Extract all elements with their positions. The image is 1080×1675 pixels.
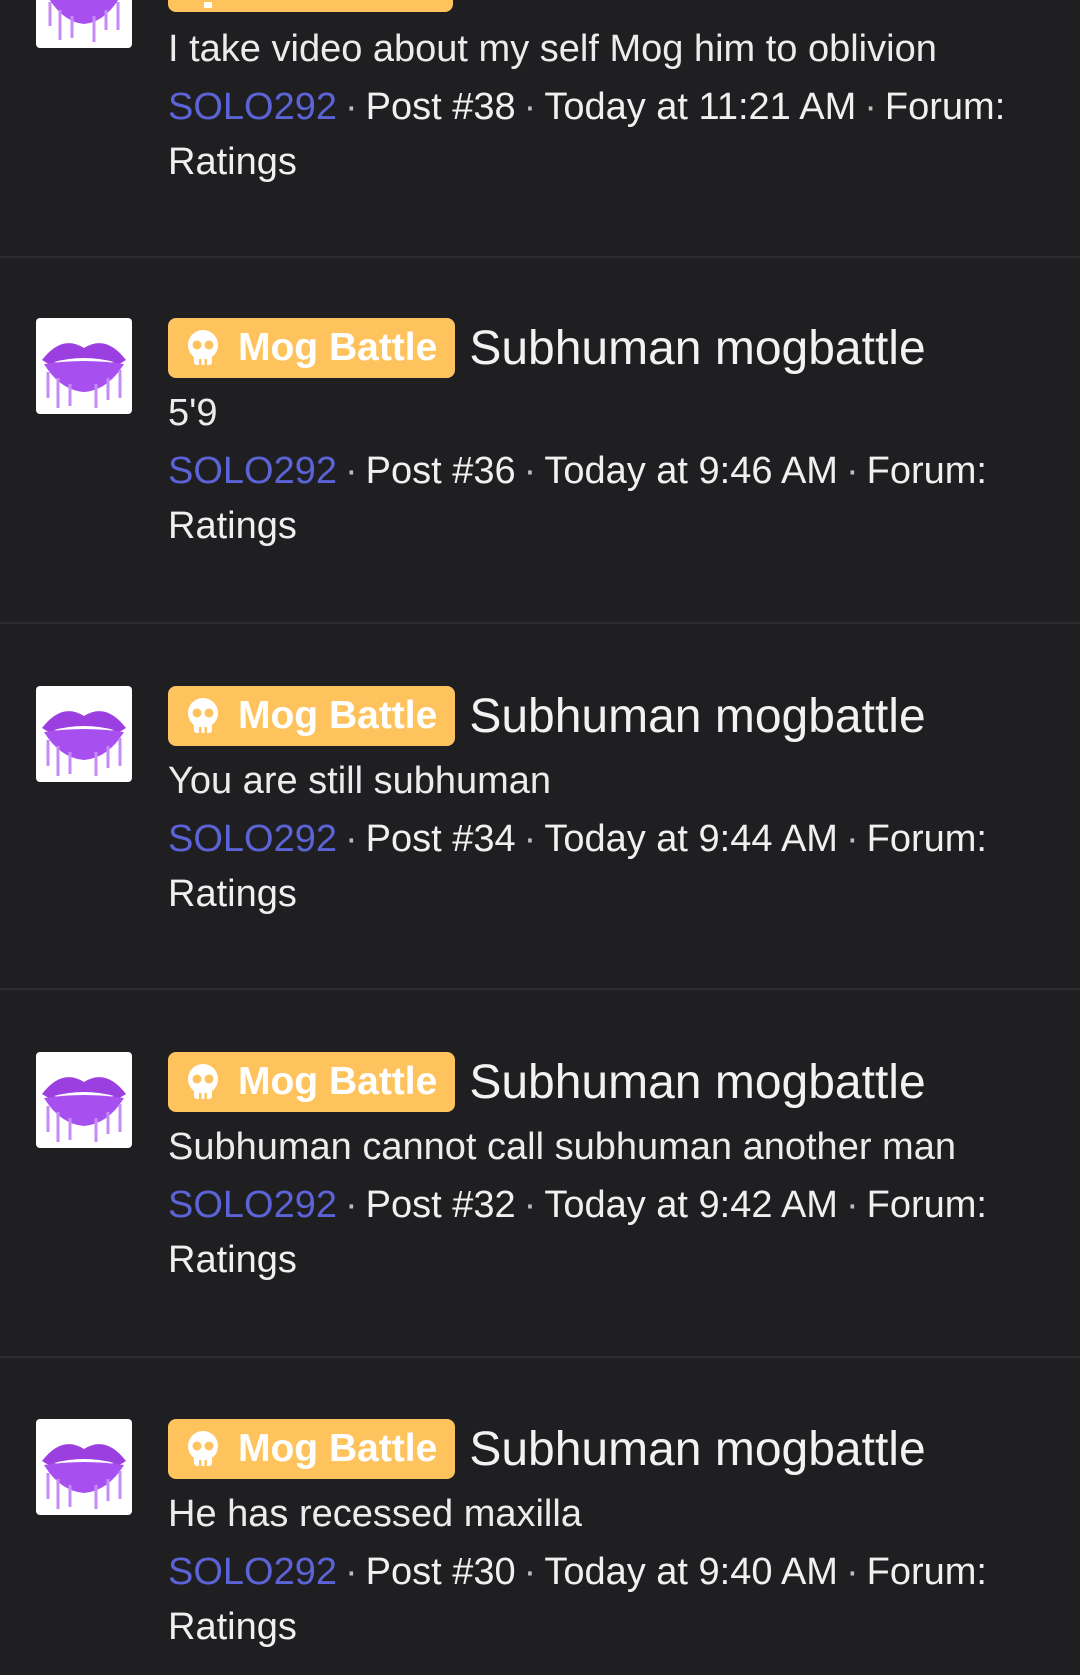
prefix-badge[interactable]: Mog Battle <box>168 1052 456 1112</box>
post-number[interactable]: Post #34 <box>366 818 516 860</box>
separator: · <box>845 818 859 860</box>
skull-icon <box>188 1064 218 1099</box>
search-result[interactable]: Mog Battle Subhuman mogbattle He has rec… <box>0 1358 1080 1675</box>
post-number[interactable]: Post #36 <box>366 450 516 492</box>
purple-lips-avatar-icon <box>48 0 120 42</box>
forum-label: Forum: <box>866 1551 987 1593</box>
avatar[interactable] <box>36 1419 132 1515</box>
separator: · <box>523 450 537 492</box>
separator: · <box>864 86 877 128</box>
search-result[interactable]: Mog Battle Subhuman mogbattle You are st… <box>0 624 1080 990</box>
post-time: Today at 9:40 AM <box>544 1551 838 1593</box>
separator: · <box>523 818 537 860</box>
thread-title[interactable]: Subhuman mogbattle <box>469 1055 925 1110</box>
title-row: Mog Battle Subhuman mogbattle <box>168 1052 1040 1112</box>
forum-label: Forum: <box>866 1184 987 1226</box>
thread-title[interactable]: Subhuman mogbattle <box>469 689 925 744</box>
post-meta: SOLO292 · Post #38 · Today at 11:21 AM · Forum… <box>168 80 1040 190</box>
separator: · <box>845 450 859 492</box>
separator: · <box>523 1551 537 1593</box>
purple-lips-avatar-icon <box>42 1077 126 1142</box>
skull-icon <box>188 330 218 365</box>
separator: · <box>345 86 358 128</box>
username-link[interactable]: SOLO292 <box>168 1184 337 1226</box>
skull-icon <box>188 698 218 733</box>
post-meta: SOLO292 · Post #36 · Today at 9:46 AM · Forum:… <box>168 444 1040 554</box>
search-result[interactable]: Mog Battle Subhuman mogbattle 5'9 SOLO29… <box>0 258 1080 624</box>
username-link[interactable]: SOLO292 <box>168 1551 337 1593</box>
forum-label: Forum: <box>866 818 987 860</box>
forum-link[interactable]: Ratings <box>168 1606 297 1648</box>
search-result[interactable]: I take video about my self Mog him to ob… <box>0 0 1080 258</box>
username-link[interactable]: SOLO292 <box>168 450 337 492</box>
forum-link[interactable]: Ratings <box>168 873 297 915</box>
post-snippet: I take video about my self Mog him to ob… <box>168 28 937 70</box>
purple-lips-avatar-icon <box>42 711 126 776</box>
separator: · <box>523 86 537 128</box>
forum-link[interactable]: Ratings <box>168 1239 297 1281</box>
skull-icon <box>188 1431 218 1466</box>
post-snippet: You are still subhuman <box>168 760 552 802</box>
avatar[interactable] <box>36 0 132 48</box>
username-link[interactable]: SOLO292 <box>168 818 337 860</box>
separator: · <box>345 450 358 492</box>
post-time: Today at 9:44 AM <box>544 818 838 860</box>
title-row: Mog Battle Subhuman mogbattle <box>168 686 1040 746</box>
prefix-label: Mog Battle <box>238 1427 438 1470</box>
post-time: Today at 11:21 AM <box>544 86 857 128</box>
prefix-badge[interactable]: Mog Battle <box>168 318 456 378</box>
avatar[interactable] <box>36 686 132 782</box>
forum-label: Forum: <box>866 450 987 492</box>
purple-lips-avatar-icon <box>42 343 126 408</box>
post-number[interactable]: Post #30 <box>366 1551 516 1593</box>
prefix-label: Mog Battle <box>238 326 438 369</box>
avatar[interactable] <box>36 1052 132 1148</box>
separator: · <box>345 818 358 860</box>
post-time: Today at 9:46 AM <box>544 450 838 492</box>
forum-link[interactable]: Ratings <box>168 505 297 547</box>
post-meta: SOLO292 · Post #34 · Today at 9:44 AM · Forum:… <box>168 812 1040 922</box>
post-meta: SOLO292 · Post #32 · Today at 9:42 AM · Forum:… <box>168 1178 1040 1288</box>
title-row: Mog Battle Subhuman mogbattle <box>168 318 1040 378</box>
prefix-label: Mog Battle <box>238 1060 438 1103</box>
forum-link[interactable]: Ratings <box>168 141 297 183</box>
search-result[interactable]: Mog Battle Subhuman mogbattle Subhuman c… <box>0 990 1080 1358</box>
post-number[interactable]: Post #32 <box>366 1184 516 1226</box>
post-number[interactable]: Post #38 <box>366 86 516 128</box>
username-link[interactable]: SOLO292 <box>168 86 337 128</box>
prefix-badge[interactable]: Mog Battle <box>168 1419 456 1479</box>
prefix-label: Mog Battle <box>238 694 438 737</box>
thread-title[interactable]: Subhuman mogbattle <box>469 321 925 376</box>
forum-label: Forum: <box>884 86 1006 128</box>
post-meta: SOLO292 · Post #30 · Today at 9:40 AM · Forum:… <box>168 1545 1040 1655</box>
post-snippet: He has recessed maxilla <box>168 1493 582 1535</box>
separator: · <box>845 1551 859 1593</box>
post-snippet: Subhuman cannot call subhuman another ma… <box>168 1126 956 1168</box>
purple-lips-avatar-icon <box>42 1444 126 1509</box>
skull-icon <box>204 2 212 8</box>
post-snippet: 5'9 <box>168 392 218 434</box>
thread-title[interactable]: Subhuman mogbattle <box>469 1422 925 1477</box>
avatar[interactable] <box>36 318 132 414</box>
separator: · <box>523 1184 537 1226</box>
prefix-badge[interactable]: Mog Battle <box>168 686 456 746</box>
title-row: Mog Battle Subhuman mogbattle <box>168 1419 1040 1479</box>
separator: · <box>345 1184 358 1226</box>
separator: · <box>845 1184 859 1226</box>
post-time: Today at 9:42 AM <box>544 1184 838 1226</box>
separator: · <box>345 1551 358 1593</box>
